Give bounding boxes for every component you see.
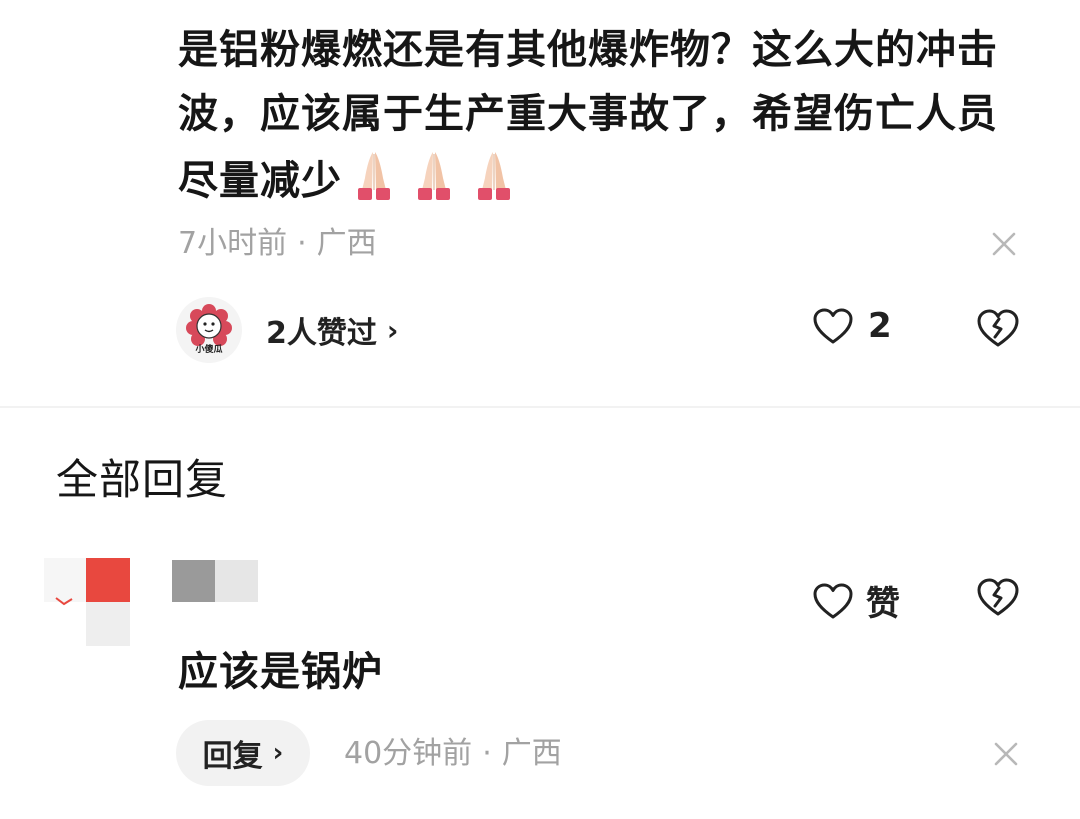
avatar-label: 小傻瓜	[195, 345, 223, 355]
avatar[interactable]: 小傻瓜	[176, 297, 242, 363]
folded-hands-icon	[418, 152, 450, 200]
close-icon[interactable]	[992, 740, 1020, 768]
broken-heart-icon[interactable]	[976, 577, 1020, 617]
reply-meta: 40分钟前 · 广西	[344, 732, 562, 776]
reply-item: 赞 应该是锅炉 回复 › 40分钟前 · 广西	[0, 540, 1080, 819]
chevron-right-icon[interactable]: ›	[387, 314, 399, 347]
main-comment: 是铝粉爆燃还是有其他爆炸物？这么大的冲击波，应该属于生产重大事故了，希望伤亡人员…	[0, 0, 1080, 408]
chevron-right-icon[interactable]: ›	[273, 738, 284, 768]
reply-button[interactable]: 回复 ›	[176, 720, 310, 786]
reply-time: 40分钟前	[344, 736, 473, 771]
heart-icon[interactable]	[812, 307, 854, 345]
avatar[interactable]	[44, 558, 130, 646]
reply-button-label[interactable]: 回复	[203, 731, 263, 775]
section-divider	[0, 406, 1080, 408]
comment-time: 7小时前	[178, 226, 288, 261]
like-label[interactable]: 赞	[866, 576, 900, 625]
comment-location: 广西	[316, 226, 377, 261]
reply-text: 应该是锅炉	[178, 649, 383, 695]
comment-meta: 7小时前 · 广西	[178, 222, 377, 266]
reply-location: 广西	[501, 736, 562, 771]
folded-hands-icon	[358, 152, 390, 200]
comment-text: 是铝粉爆燃还是有其他爆炸物？这么大的冲击波，应该属于生产重大事故了，希望伤亡人员…	[178, 18, 1008, 221]
close-icon[interactable]	[990, 230, 1018, 258]
meta-separator: ·	[482, 736, 492, 771]
like-button[interactable]: 2	[812, 306, 892, 346]
username-placeholder[interactable]	[172, 560, 258, 602]
heart-icon[interactable]	[812, 582, 854, 620]
replies-section-title: 全部回复	[56, 455, 229, 504]
folded-hands-icon	[478, 152, 510, 200]
likers-count-text[interactable]: 2人赞过	[266, 308, 377, 352]
pray-emoji-group	[346, 146, 526, 221]
broken-heart-icon[interactable]	[976, 308, 1020, 348]
comment-text-body: 是铝粉爆燃还是有其他爆炸物？这么大的冲击波，应该属于生产重大事故了，希望伤亡人员…	[178, 27, 998, 204]
like-count: 2	[868, 306, 892, 346]
meta-separator: ·	[297, 226, 307, 261]
likers-row[interactable]: 小傻瓜 2人赞过 ›	[176, 296, 398, 364]
like-button[interactable]: 赞	[812, 576, 900, 625]
